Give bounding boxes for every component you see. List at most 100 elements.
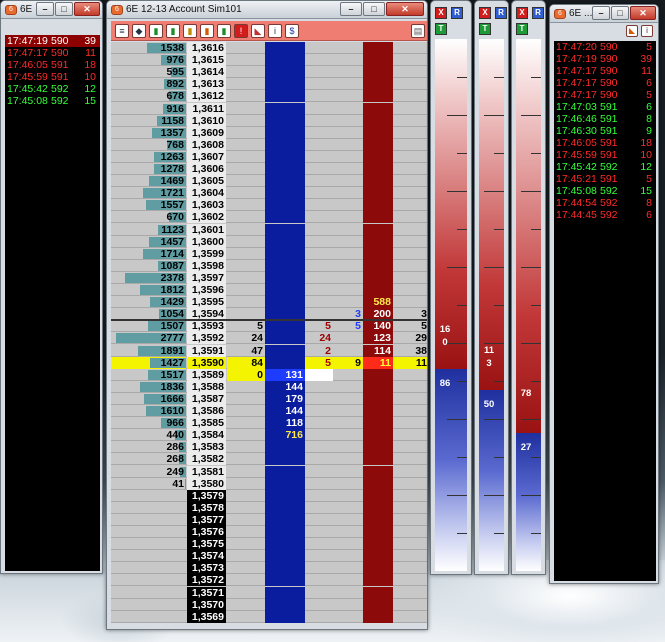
ask-size-cell[interactable] [363,380,393,393]
buy-order-cell[interactable] [227,393,265,405]
price-row[interactable]: 268 1,3582 [111,453,427,466]
ask-size-cell[interactable] [363,562,393,575]
sell-order-cell[interactable] [333,599,363,611]
price-cell[interactable]: 1,3599 [187,247,226,260]
sell-order-cell[interactable] [333,369,363,381]
sell-order-cell[interactable] [333,199,363,211]
buy-volume-cell[interactable] [305,466,333,478]
sell-order-cell[interactable] [333,405,363,417]
sell-order-cell[interactable] [333,296,363,308]
buy-order-cell[interactable] [227,405,265,417]
price-row[interactable]: 2378 1,3597 [111,271,427,284]
buy-volume-cell[interactable] [305,368,333,381]
price-row[interactable]: 916 1,3611 [111,102,427,115]
price-cell[interactable]: 1,3601 [187,223,226,236]
buy-volume-cell[interactable] [305,151,333,163]
buy-volume-cell[interactable] [305,260,333,272]
buy-volume-cell[interactable] [305,429,333,441]
buy-order-cell[interactable] [227,574,265,586]
price-row[interactable]: 1087 1,3598 [111,259,427,272]
ask-size-cell[interactable] [363,102,393,115]
bid-size-cell[interactable] [265,211,305,224]
buy-order-cell[interactable] [227,103,265,115]
doc-green-icon[interactable]: ▮ [149,23,163,38]
price-cell[interactable]: 1,3611 [187,102,226,115]
sell-order-cell[interactable] [333,260,363,272]
sell-order-cell[interactable] [333,393,363,405]
buy-order-cell[interactable] [227,478,265,490]
bid-size-cell[interactable] [265,187,305,200]
sell-order-cell[interactable] [333,151,363,163]
buy-order-cell[interactable] [227,417,265,429]
bid-size-cell[interactable] [265,247,305,260]
buy-order-cell[interactable] [227,453,265,465]
reverse-r-button[interactable]: R [451,7,463,19]
ask-size-cell[interactable]: 11 [363,356,393,369]
ask-size-cell[interactable] [363,223,393,236]
buy-volume-cell[interactable] [305,90,333,102]
sell-order-cell[interactable] [333,272,363,284]
sell-order-cell[interactable] [333,429,363,441]
bid-size-cell[interactable] [265,150,305,163]
bid-size-cell[interactable] [265,489,305,502]
price-row[interactable]: 1,3569 [111,610,427,623]
title-bar[interactable]: 6 6E 12-13 Account Sim101 – □ ✕ [107,1,427,19]
bid-size-cell[interactable] [265,296,305,309]
bid-size-cell[interactable] [265,271,305,284]
price-row[interactable]: 976 1,3615 [111,54,427,67]
buy-volume-cell[interactable] [305,550,333,562]
price-row[interactable]: 1,3573 [111,562,427,575]
buy-order-cell[interactable] [227,272,265,284]
bid-size-cell[interactable] [265,610,305,623]
price-row[interactable]: 2777 1,3592 24 24 123 29 [111,332,427,345]
chart-icon[interactable]: ◣ [626,25,638,37]
ask-size-cell[interactable] [363,477,393,490]
price-row[interactable]: 1557 1,3603 [111,199,427,212]
volume-ladder-2[interactable]: X R T 113 50 [474,0,509,575]
price-cell[interactable]: 1,3580 [187,477,226,490]
bid-size-cell[interactable] [265,54,305,67]
price-cell[interactable]: 1,3613 [187,78,226,91]
buy-volume-cell[interactable]: 2 [305,345,333,357]
price-row[interactable]: 286 1,3583 [111,441,427,454]
price-cell[interactable]: 1,3588 [187,380,226,393]
toggle-t-button[interactable]: T [479,23,491,35]
buy-order-cell[interactable]: 47 [227,345,265,357]
buy-volume-cell[interactable] [305,42,333,54]
ask-size-cell[interactable] [363,42,393,54]
ask-size-cell[interactable] [363,405,393,417]
price-cell[interactable]: 1,3574 [187,550,226,563]
price-row[interactable]: 1891 1,3591 47 2 114 38 [111,344,427,357]
bid-size-cell[interactable] [265,259,305,272]
price-cell[interactable]: 1,3592 [187,332,226,345]
price-row[interactable]: 1,3578 [111,501,427,514]
price-cell[interactable]: 1,3578 [187,501,226,514]
bid-size-cell[interactable]: 179 [265,392,305,405]
ask-size-cell[interactable] [363,271,393,284]
price-cell[interactable]: 1,3577 [187,513,226,526]
info-icon[interactable]: i [268,23,282,38]
ask-size-cell[interactable] [363,574,393,587]
ask-size-cell[interactable] [363,78,393,91]
price-cell[interactable]: 1,3612 [187,90,226,103]
sell-order-cell[interactable] [333,490,363,502]
doc-yellow-icon[interactable]: ▮ [183,23,197,38]
price-row[interactable]: 1,3575 [111,538,427,551]
ask-size-cell[interactable] [363,114,393,127]
buy-volume-cell[interactable] [305,514,333,526]
sell-order-cell[interactable] [333,538,363,550]
price-row[interactable]: 595 1,3614 [111,66,427,79]
price-row[interactable]: 1263 1,3607 [111,150,427,163]
bid-size-cell[interactable] [265,90,305,103]
buy-volume-cell[interactable] [305,127,333,139]
ask-size-cell[interactable] [363,235,393,248]
buy-order-cell[interactable]: 5 [227,320,265,332]
buy-order-cell[interactable] [227,127,265,139]
bid-size-cell[interactable] [265,356,305,369]
buy-volume-cell[interactable] [305,611,333,623]
ask-size-cell[interactable] [363,54,393,67]
price-row[interactable]: 1429 1,3595 588 [111,296,427,309]
buy-order-cell[interactable] [227,248,265,260]
minimize-button[interactable]: – [592,6,610,20]
price-cell[interactable]: 1,3587 [187,392,226,405]
